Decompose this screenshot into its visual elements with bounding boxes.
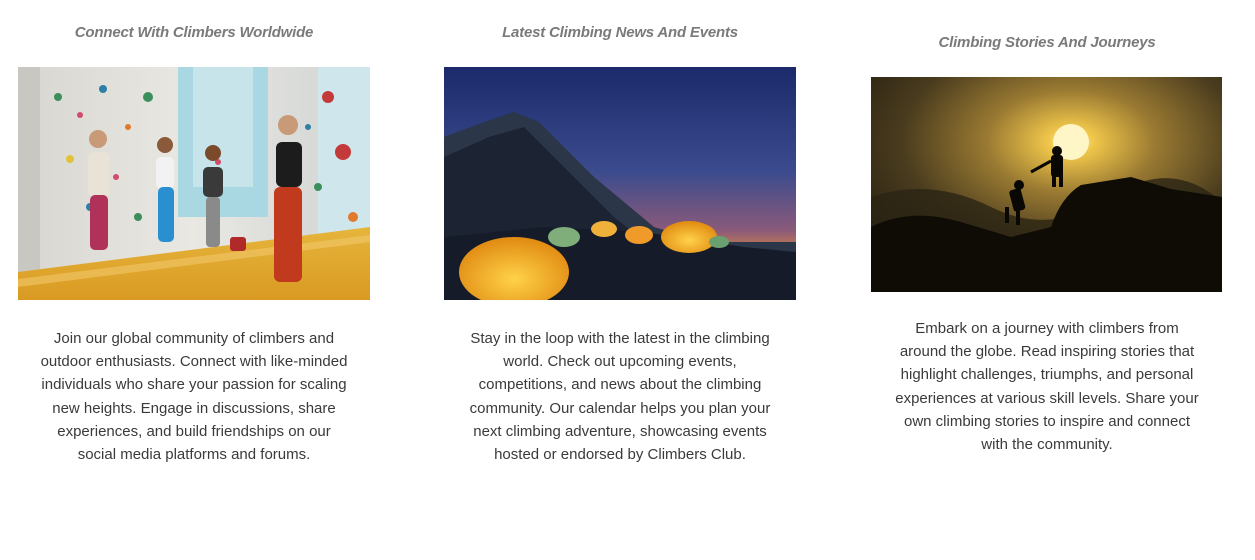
feature-card-news: Latest Climbing News And Events Stay in … [444, 22, 796, 466]
card-description: Stay in the loop with the latest in the … [469, 330, 771, 464]
card-title: Climbing Stories And Journeys [938, 34, 1156, 51]
mountain-camp-night-image [444, 67, 796, 300]
climbers-sunset-image [871, 77, 1222, 292]
feature-card-stories: Climbing Stories And Journeys Embark on … [871, 32, 1223, 456]
card-description: Join our global community of climbers an… [40, 330, 348, 464]
card-title: Connect With Climbers Worldwide [74, 24, 314, 41]
feature-card-connect: Connect With Climbers Worldwide Join our… [18, 22, 370, 466]
card-description: Embark on a journey with climbers from a… [895, 320, 1199, 454]
indoor-climbing-gym-image [18, 67, 370, 300]
card-title: Latest Climbing News And Events [502, 24, 738, 41]
